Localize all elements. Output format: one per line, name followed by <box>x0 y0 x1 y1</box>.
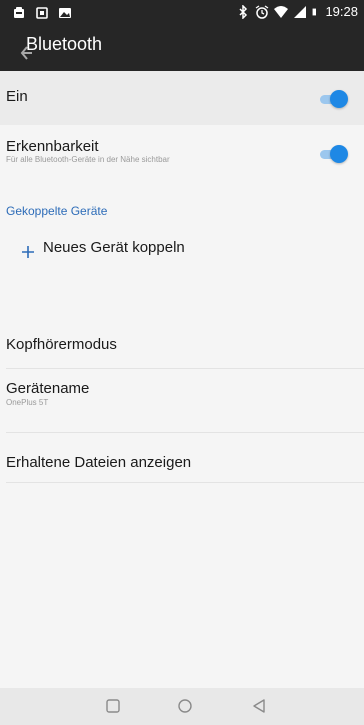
bluetooth-icon <box>239 5 248 19</box>
image-icon <box>59 8 71 18</box>
page-title: Bluetooth <box>26 34 103 54</box>
visibility-row[interactable]: Erkennbarkeit Für alle Bluetooth-Geräte … <box>0 125 364 185</box>
status-right-icons: 19:28 <box>236 4 358 20</box>
battery-icon <box>313 8 317 16</box>
received-files-row[interactable]: Erhaltene Dateien anzeigen <box>0 446 364 484</box>
signal-icon <box>294 6 307 18</box>
device-name-label: Gerätename <box>6 380 90 397</box>
status-time: 19:28 <box>325 4 358 19</box>
visibility-subtitle: Für alle Bluetooth-Geräte in der Nähe si… <box>6 155 170 164</box>
received-files-label: Erhaltene Dateien anzeigen <box>6 454 192 471</box>
pair-new-device-button[interactable]: Neues Gerät koppeln <box>0 228 364 274</box>
notification-icon <box>14 7 24 18</box>
bluetooth-enable-row[interactable]: Ein <box>0 71 364 125</box>
bluetooth-toggle[interactable] <box>318 90 348 108</box>
alarm-icon <box>256 5 269 19</box>
visibility-toggle[interactable] <box>318 145 348 163</box>
headphone-mode-row[interactable]: Kopfhörermodus <box>0 330 364 370</box>
device-name-value: OnePlus 5T <box>6 398 49 407</box>
app-bar: Bluetooth <box>0 25 364 71</box>
notification-icon <box>36 7 48 19</box>
bluetooth-settings-screen: 19:28 Bluetooth Ein Erkennbarkeit Für al… <box>0 0 364 725</box>
wifi-icon <box>274 6 289 18</box>
back-triangle-icon[interactable] <box>251 698 267 714</box>
device-name-row[interactable]: Gerätename OnePlus 5T <box>0 372 364 434</box>
divider <box>6 432 364 433</box>
pair-new-device-label: Neues Gerät koppeln <box>43 239 185 256</box>
toggle-thumb <box>330 90 348 108</box>
headphone-mode-label: Kopfhörermodus <box>6 336 117 353</box>
status-bar: 19:28 <box>0 0 364 25</box>
plus-icon <box>22 246 34 258</box>
divider <box>6 368 364 369</box>
system-navigation-bar <box>0 688 364 725</box>
top-bar: 19:28 Bluetooth <box>0 0 364 71</box>
divider <box>6 482 364 483</box>
bluetooth-enable-label: Ein <box>6 88 28 105</box>
home-circle-icon[interactable] <box>177 698 193 714</box>
visibility-label: Erkennbarkeit <box>6 138 99 155</box>
toggle-thumb <box>330 145 348 163</box>
recents-square-icon[interactable] <box>105 698 121 714</box>
paired-devices-header: Gekoppelte Geräte <box>6 204 108 218</box>
status-left-icons <box>12 6 72 20</box>
